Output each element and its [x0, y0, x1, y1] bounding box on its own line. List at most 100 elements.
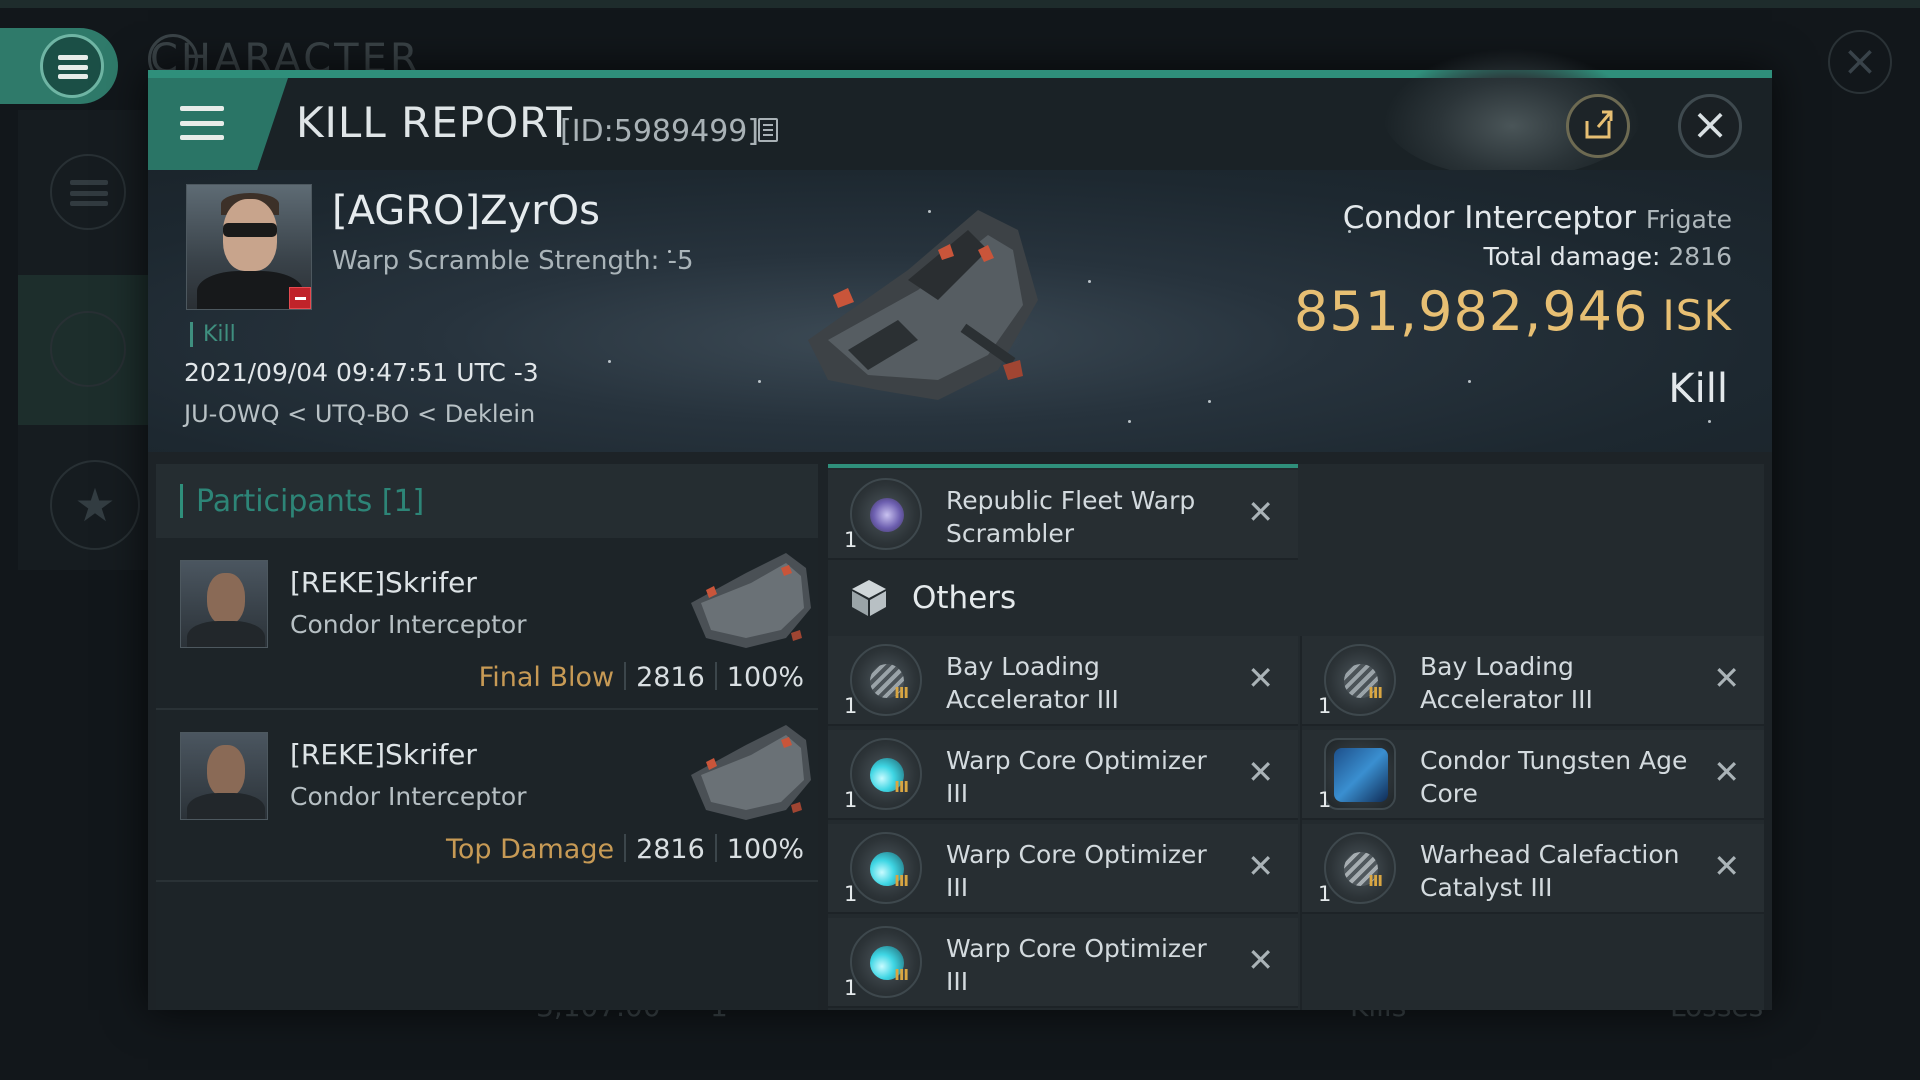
modal-menu-button[interactable] [148, 78, 288, 170]
destroyed-icon: ✕ [1247, 941, 1274, 979]
share-button[interactable] [1566, 94, 1630, 158]
item-row[interactable]: 1 Republic Fleet Warp Scrambler ✕ [828, 470, 1298, 560]
background-sidebar: ★ [18, 110, 148, 570]
background-close-icon[interactable]: × [1828, 30, 1892, 94]
item-quantity: 1 [844, 694, 858, 718]
participant-label: Top Damage [446, 834, 615, 865]
item-row[interactable]: III 1 Bay Loading Accelerator III ✕ [828, 636, 1298, 726]
kill-tag: Kill [190, 322, 236, 347]
list-icon[interactable] [50, 154, 126, 230]
victim-detail: Warp Scramble Strength: -5 [332, 246, 694, 276]
report-id: [ID:5989499] [560, 114, 760, 149]
destroyed-icon: ✕ [1247, 753, 1274, 791]
item-quantity: 1 [844, 976, 858, 1000]
isk-value: 851,982,946 ISK [1294, 280, 1732, 343]
copy-icon[interactable] [758, 118, 778, 142]
item-row[interactable]: III 1 Warhead Calefaction Catalyst III ✕ [1302, 824, 1764, 914]
main-menu-button[interactable] [0, 28, 118, 104]
item-quantity: 1 [844, 528, 858, 552]
item-name: Warp Core Optimizer III [946, 840, 1207, 902]
item-name: Warp Core Optimizer III [946, 934, 1207, 996]
item-quantity: 1 [844, 882, 858, 906]
participant-ship: Condor Interceptor [290, 782, 527, 811]
participants-header: Participants [1] [156, 464, 818, 538]
close-button[interactable]: × [1678, 94, 1742, 158]
main-menu-circle [40, 34, 104, 98]
bay-loading-accelerator-icon: III [1324, 644, 1396, 716]
tungsten-core-icon [1324, 738, 1396, 810]
item-row[interactable]: III 1 Warp Core Optimizer III ✕ [828, 918, 1298, 1008]
dropped-items-panel: 1 Republic Fleet Warp Scrambler ✕ Others… [828, 464, 1764, 1010]
total-damage: Total damage: 2816 [1484, 242, 1732, 271]
destroyed-icon: ✕ [1247, 493, 1274, 531]
item-name: Bay Loading Accelerator III [1420, 652, 1593, 714]
participant-avatar[interactable] [180, 560, 268, 648]
warp-core-optimizer-icon: III [850, 832, 922, 904]
participant-percent: 100% [726, 662, 804, 693]
cube-icon [852, 580, 886, 616]
item-row[interactable]: III 1 Bay Loading Accelerator III ✕ [1302, 636, 1764, 726]
participant-name: [REKE]Skrifer [290, 738, 477, 771]
bay-loading-accelerator-icon: III [850, 644, 922, 716]
sidebar-selected-item[interactable] [18, 275, 148, 425]
destroyed-icon: ✕ [1247, 847, 1274, 885]
participant-damage: 2816 [636, 834, 705, 865]
victim-portrait[interactable] [186, 184, 312, 310]
kill-report-modal: KILL REPORT [ID:5989499] × [AGRO]ZyrOs W… [148, 48, 1772, 1010]
close-icon: × [1691, 99, 1729, 150]
modal-title: KILL REPORT [296, 98, 573, 147]
share-icon [1585, 110, 1613, 139]
participant-stats: Top Damage 2816 100% [446, 834, 804, 865]
item-name: Warhead Calefaction Catalyst III [1420, 840, 1680, 902]
participant-row[interactable]: [REKE]Skrifer Condor Interceptor Final B… [156, 538, 818, 710]
item-quantity: 1 [1318, 788, 1332, 812]
combat-icon [50, 311, 126, 387]
warhead-catalyst-icon: III [1324, 832, 1396, 904]
victim-ship-image [808, 210, 1038, 400]
participant-ship-image [691, 553, 811, 648]
participants-title: Participants [1] [196, 484, 425, 519]
item-row[interactable]: 1 Condor Tungsten Age Core ✕ [1302, 730, 1764, 820]
kill-datetime: 2021/09/04 09:47:51 UTC -3 [184, 358, 539, 387]
destroyed-icon: ✕ [1713, 753, 1740, 791]
star-icon[interactable]: ★ [50, 460, 140, 550]
item-name: Bay Loading Accelerator III [946, 652, 1119, 714]
top-strip [0, 0, 1920, 8]
participant-percent: 100% [726, 834, 804, 865]
warp-scrambler-icon [850, 478, 922, 550]
modal-header: KILL REPORT [ID:5989499] × [148, 48, 1772, 178]
participant-avatar[interactable] [180, 732, 268, 820]
item-quantity: 1 [1318, 694, 1332, 718]
others-label: Others [912, 580, 1017, 616]
item-row[interactable]: III 1 Warp Core Optimizer III ✕ [828, 824, 1298, 914]
warp-core-optimizer-icon: III [850, 738, 922, 810]
destroyed-icon: ✕ [1713, 659, 1740, 697]
item-row[interactable]: III 1 Warp Core Optimizer III ✕ [828, 730, 1298, 820]
isk-unit: ISK [1662, 291, 1732, 340]
participant-ship-image [691, 725, 811, 820]
participant-ship: Condor Interceptor [290, 610, 527, 639]
participants-panel: Participants [1] [REKE]Skrifer Condor In… [156, 464, 818, 1010]
participant-damage: 2816 [636, 662, 705, 693]
destroyed-icon: ✕ [1713, 847, 1740, 885]
participant-stats: Final Blow 2816 100% [479, 662, 804, 693]
isk-amount: 851,982,946 [1293, 280, 1649, 343]
menu-icon [180, 106, 224, 140]
item-quantity: 1 [844, 788, 858, 812]
victim-hero-panel: [AGRO]ZyrOs Warp Scramble Strength: -5 K… [148, 170, 1772, 452]
victim-ship-name[interactable]: Condor Interceptor Frigate [1343, 200, 1732, 236]
participant-name: [REKE]Skrifer [290, 566, 477, 599]
ship-name-text: Condor Interceptor [1342, 200, 1636, 236]
others-section-header: Others [828, 560, 1764, 636]
negative-standing-icon [289, 287, 311, 309]
participant-label: Final Blow [478, 662, 615, 693]
total-damage-value: 2816 [1668, 242, 1732, 271]
warp-core-optimizer-icon: III [850, 926, 922, 998]
item-quantity: 1 [1318, 882, 1332, 906]
total-damage-label: Total damage: [1483, 242, 1661, 271]
item-name: Warp Core Optimizer III [946, 746, 1207, 808]
participant-row[interactable]: [REKE]Skrifer Condor Interceptor Top Dam… [156, 710, 818, 882]
kill-location[interactable]: JU-OWQ < UTQ-BO < Deklein [184, 400, 535, 428]
item-name: Republic Fleet Warp Scrambler [946, 486, 1196, 548]
victim-name[interactable]: [AGRO]ZyrOs [332, 188, 600, 234]
